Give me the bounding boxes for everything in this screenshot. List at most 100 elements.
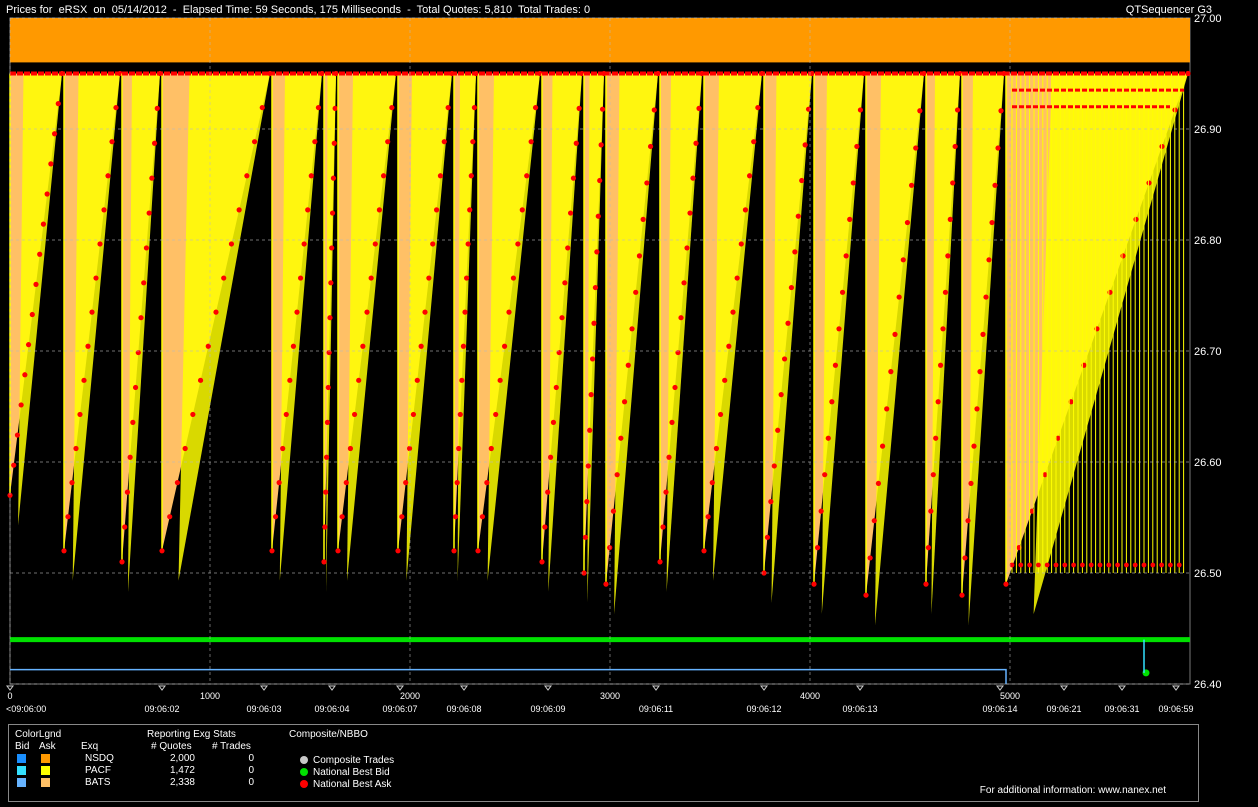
national-best-ask-point xyxy=(259,104,265,111)
national-best-ask-point xyxy=(562,280,568,286)
national-best-ask-point xyxy=(130,419,136,425)
national-best-ask-point xyxy=(251,139,258,145)
national-best-ask-point xyxy=(524,173,530,179)
national-best-ask-point xyxy=(591,320,597,326)
national-best-ask-point xyxy=(937,362,944,368)
national-best-ask-point xyxy=(651,107,657,113)
national-best-ask-point xyxy=(933,435,939,441)
national-best-ask-point xyxy=(857,107,864,113)
national-best-ask-point xyxy=(1088,562,1094,568)
national-best-ask-point xyxy=(44,191,50,197)
national-best-ask-point xyxy=(410,411,417,418)
national-best-ask-point xyxy=(962,555,968,561)
national-best-ask-point xyxy=(467,207,473,213)
national-best-ask-point xyxy=(818,508,824,514)
national-best-ask-point xyxy=(713,445,720,452)
national-best-ask-point xyxy=(811,581,817,587)
national-best-ask-point xyxy=(666,454,672,460)
legend-exq-header: Exq xyxy=(81,741,99,752)
national-best-ask-point xyxy=(468,173,474,179)
national-best-ask-point xyxy=(582,534,589,540)
national-best-ask-point xyxy=(167,514,173,520)
national-best-ask-point xyxy=(14,432,21,438)
national-best-ask-point xyxy=(452,514,459,520)
national-best-ask-point xyxy=(101,207,107,213)
national-best-ask-point xyxy=(542,524,548,530)
national-best-ask-point xyxy=(376,207,383,213)
national-best-ask-point xyxy=(618,435,624,441)
national-best-ask-point xyxy=(871,518,877,524)
national-best-ask-point xyxy=(463,275,470,281)
national-best-ask-point xyxy=(822,472,828,478)
national-best-ask-point xyxy=(553,384,559,391)
national-best-ask-point xyxy=(684,245,690,251)
national-best-ask-point xyxy=(11,462,17,468)
national-best-ask-point xyxy=(29,311,35,318)
national-best-ask-point xyxy=(18,402,24,408)
pacf-quotes: 1,472 xyxy=(169,765,195,776)
legend-ask-header: Ask xyxy=(39,741,56,752)
national-best-ask-point xyxy=(696,105,702,111)
national-best-ask-point xyxy=(22,372,28,378)
national-best-ask-point xyxy=(236,207,242,213)
national-best-ask-point xyxy=(315,104,322,111)
national-best-ask-point xyxy=(1018,562,1024,568)
national-best-ask-point xyxy=(174,480,181,486)
x-tick-label: 4000 xyxy=(800,691,820,701)
time-tick-label: 09:06:21 xyxy=(1046,704,1081,714)
national-best-ask-point xyxy=(451,548,457,554)
national-best-ask-point xyxy=(312,139,318,145)
national-best-ask-point xyxy=(636,253,643,259)
national-best-ask-point xyxy=(925,545,932,551)
x-tick-label: 1000 xyxy=(200,691,220,701)
national-best-ask-point xyxy=(959,592,965,598)
national-best-ask-point xyxy=(532,104,539,111)
national-best-ask-point xyxy=(1062,562,1068,568)
national-best-ask-point xyxy=(570,175,577,181)
national-best-ask-point xyxy=(598,142,604,148)
national-best-ask-point xyxy=(940,326,946,332)
national-best-ask-point xyxy=(977,369,983,375)
nsdq-quotes: 2,000 xyxy=(169,753,195,764)
national-best-ask-point xyxy=(113,104,119,111)
national-best-ask-point xyxy=(565,245,571,251)
national-best-ask-point xyxy=(329,245,335,251)
chart-title: Prices for eRSX on 05/14/2012 - Elapsed … xyxy=(6,4,591,16)
national-best-ask-point xyxy=(923,581,929,587)
legend-bid-header: Bid xyxy=(15,741,30,752)
national-best-ask-point xyxy=(488,445,494,452)
national-best-ask-point xyxy=(879,443,886,449)
national-best-ask-point xyxy=(1176,562,1182,568)
composite-title: Composite/NBBO xyxy=(289,729,368,740)
national-best-ask-point xyxy=(197,377,204,383)
national-best-ask-point xyxy=(726,343,732,349)
national-best-ask-point xyxy=(974,406,980,412)
time-tick-label: 09:06:08 xyxy=(446,704,481,714)
y-tick-label: 26.80 xyxy=(1194,235,1222,247)
national-best-ask-point xyxy=(343,480,349,486)
national-best-ask-point xyxy=(493,411,499,418)
national-best-ask-point xyxy=(328,280,334,286)
national-best-ask-point xyxy=(742,207,749,213)
national-best-ask-point xyxy=(930,472,936,478)
national-best-ask-point xyxy=(1115,562,1120,568)
national-best-ask-point xyxy=(746,173,753,179)
national-best-ask-point xyxy=(510,275,517,281)
national-best-ask-point xyxy=(614,472,620,478)
national-best-ask-point xyxy=(687,210,693,216)
national-best-ask-point xyxy=(308,173,314,179)
national-best-ask-point xyxy=(625,362,631,368)
national-best-ask-point xyxy=(663,489,669,495)
national-best-ask-point xyxy=(151,140,158,146)
time-tick-label: 09:06:04 xyxy=(314,704,349,714)
national-best-ask-point xyxy=(867,555,873,561)
national-best-ask-point xyxy=(1133,216,1139,222)
national-best-ask-point xyxy=(1080,562,1085,568)
price-chart: NANEX27.0026.9026.8026.7026.6026.5026.40… xyxy=(0,0,1258,720)
national-best-ask-point xyxy=(506,309,512,315)
time-tick-label: <09:06:00 xyxy=(6,704,46,714)
national-best-ask-point xyxy=(484,480,490,486)
national-best-ask-point xyxy=(986,257,992,263)
national-best-ask-point xyxy=(839,289,846,295)
national-best-ask-point xyxy=(854,143,860,150)
